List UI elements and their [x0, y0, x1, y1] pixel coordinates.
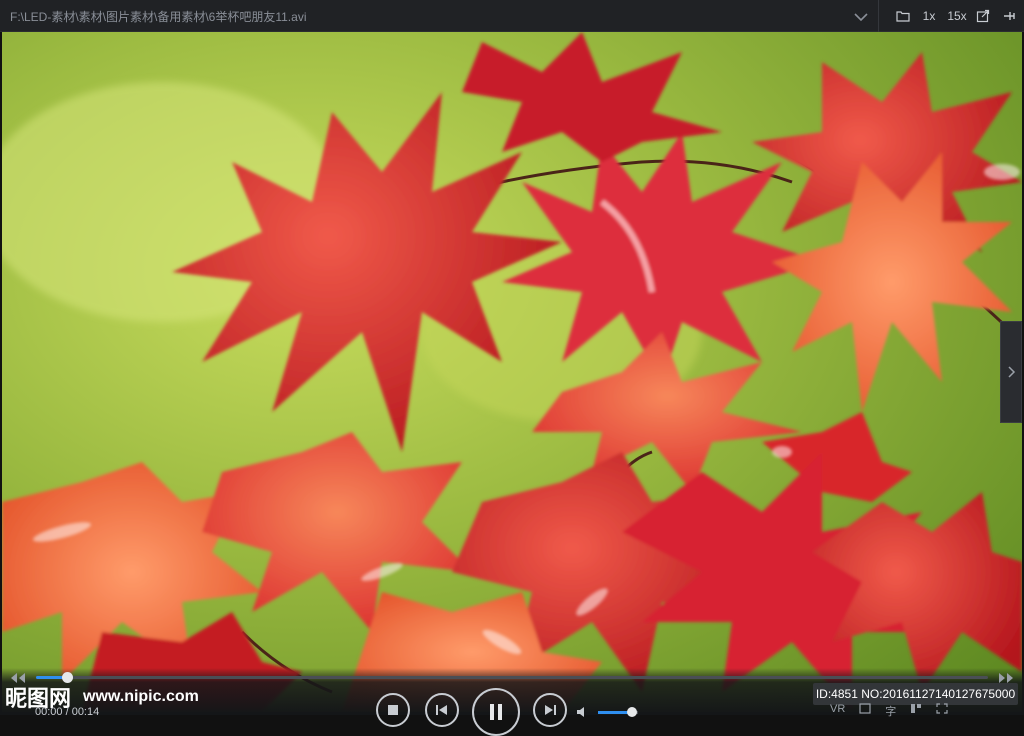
previous-button[interactable]: [425, 693, 459, 727]
title-bar: F:\LED-素材\素材\图片素材\备用素材\6举杯吧朋友11.avi 1x 1…: [0, 0, 1024, 32]
toolbar-divider: [878, 0, 879, 32]
pause-button[interactable]: [472, 688, 520, 736]
file-path-title: F:\LED-素材\素材\图片素材\备用素材\6举杯吧朋友11.avi: [10, 10, 307, 24]
screen-icon[interactable]: [859, 703, 871, 715]
time-display: 00:00 / 00:14: [35, 706, 100, 718]
progress-bar[interactable]: [36, 672, 988, 683]
vr-button[interactable]: VR: [830, 703, 845, 715]
side-panel-toggle[interactable]: [1000, 321, 1022, 423]
watermark-url: www.nipic.com: [83, 688, 199, 705]
video-frame[interactable]: [2, 32, 1022, 712]
stop-icon: [388, 705, 398, 715]
layout-icon[interactable]: [910, 703, 922, 715]
pause-icon: [490, 704, 502, 720]
speed-15x-button[interactable]: 15x: [944, 5, 970, 27]
next-button[interactable]: [533, 693, 567, 727]
chevron-down-icon[interactable]: [851, 6, 871, 26]
volume-handle[interactable]: [627, 707, 637, 717]
chevron-right-icon: [1008, 366, 1016, 378]
volume-icon[interactable]: [576, 705, 592, 717]
bottom-right-toolbar: VR 字: [830, 703, 948, 718]
previous-icon: [436, 705, 447, 715]
export-icon[interactable]: [972, 5, 994, 27]
folder-icon[interactable]: [892, 5, 914, 27]
fast-forward-icon[interactable]: [997, 671, 1015, 683]
next-icon: [545, 705, 556, 715]
volume-slider[interactable]: [598, 707, 638, 717]
pin-icon[interactable]: [998, 5, 1020, 27]
subtitle-button[interactable]: 字: [885, 703, 896, 718]
watermark-id-label: ID:4851 NO:20161127140127675000: [813, 683, 1018, 705]
speed-1x-button[interactable]: 1x: [918, 5, 940, 27]
fullscreen-icon[interactable]: [936, 703, 948, 715]
stop-button[interactable]: [376, 693, 410, 727]
